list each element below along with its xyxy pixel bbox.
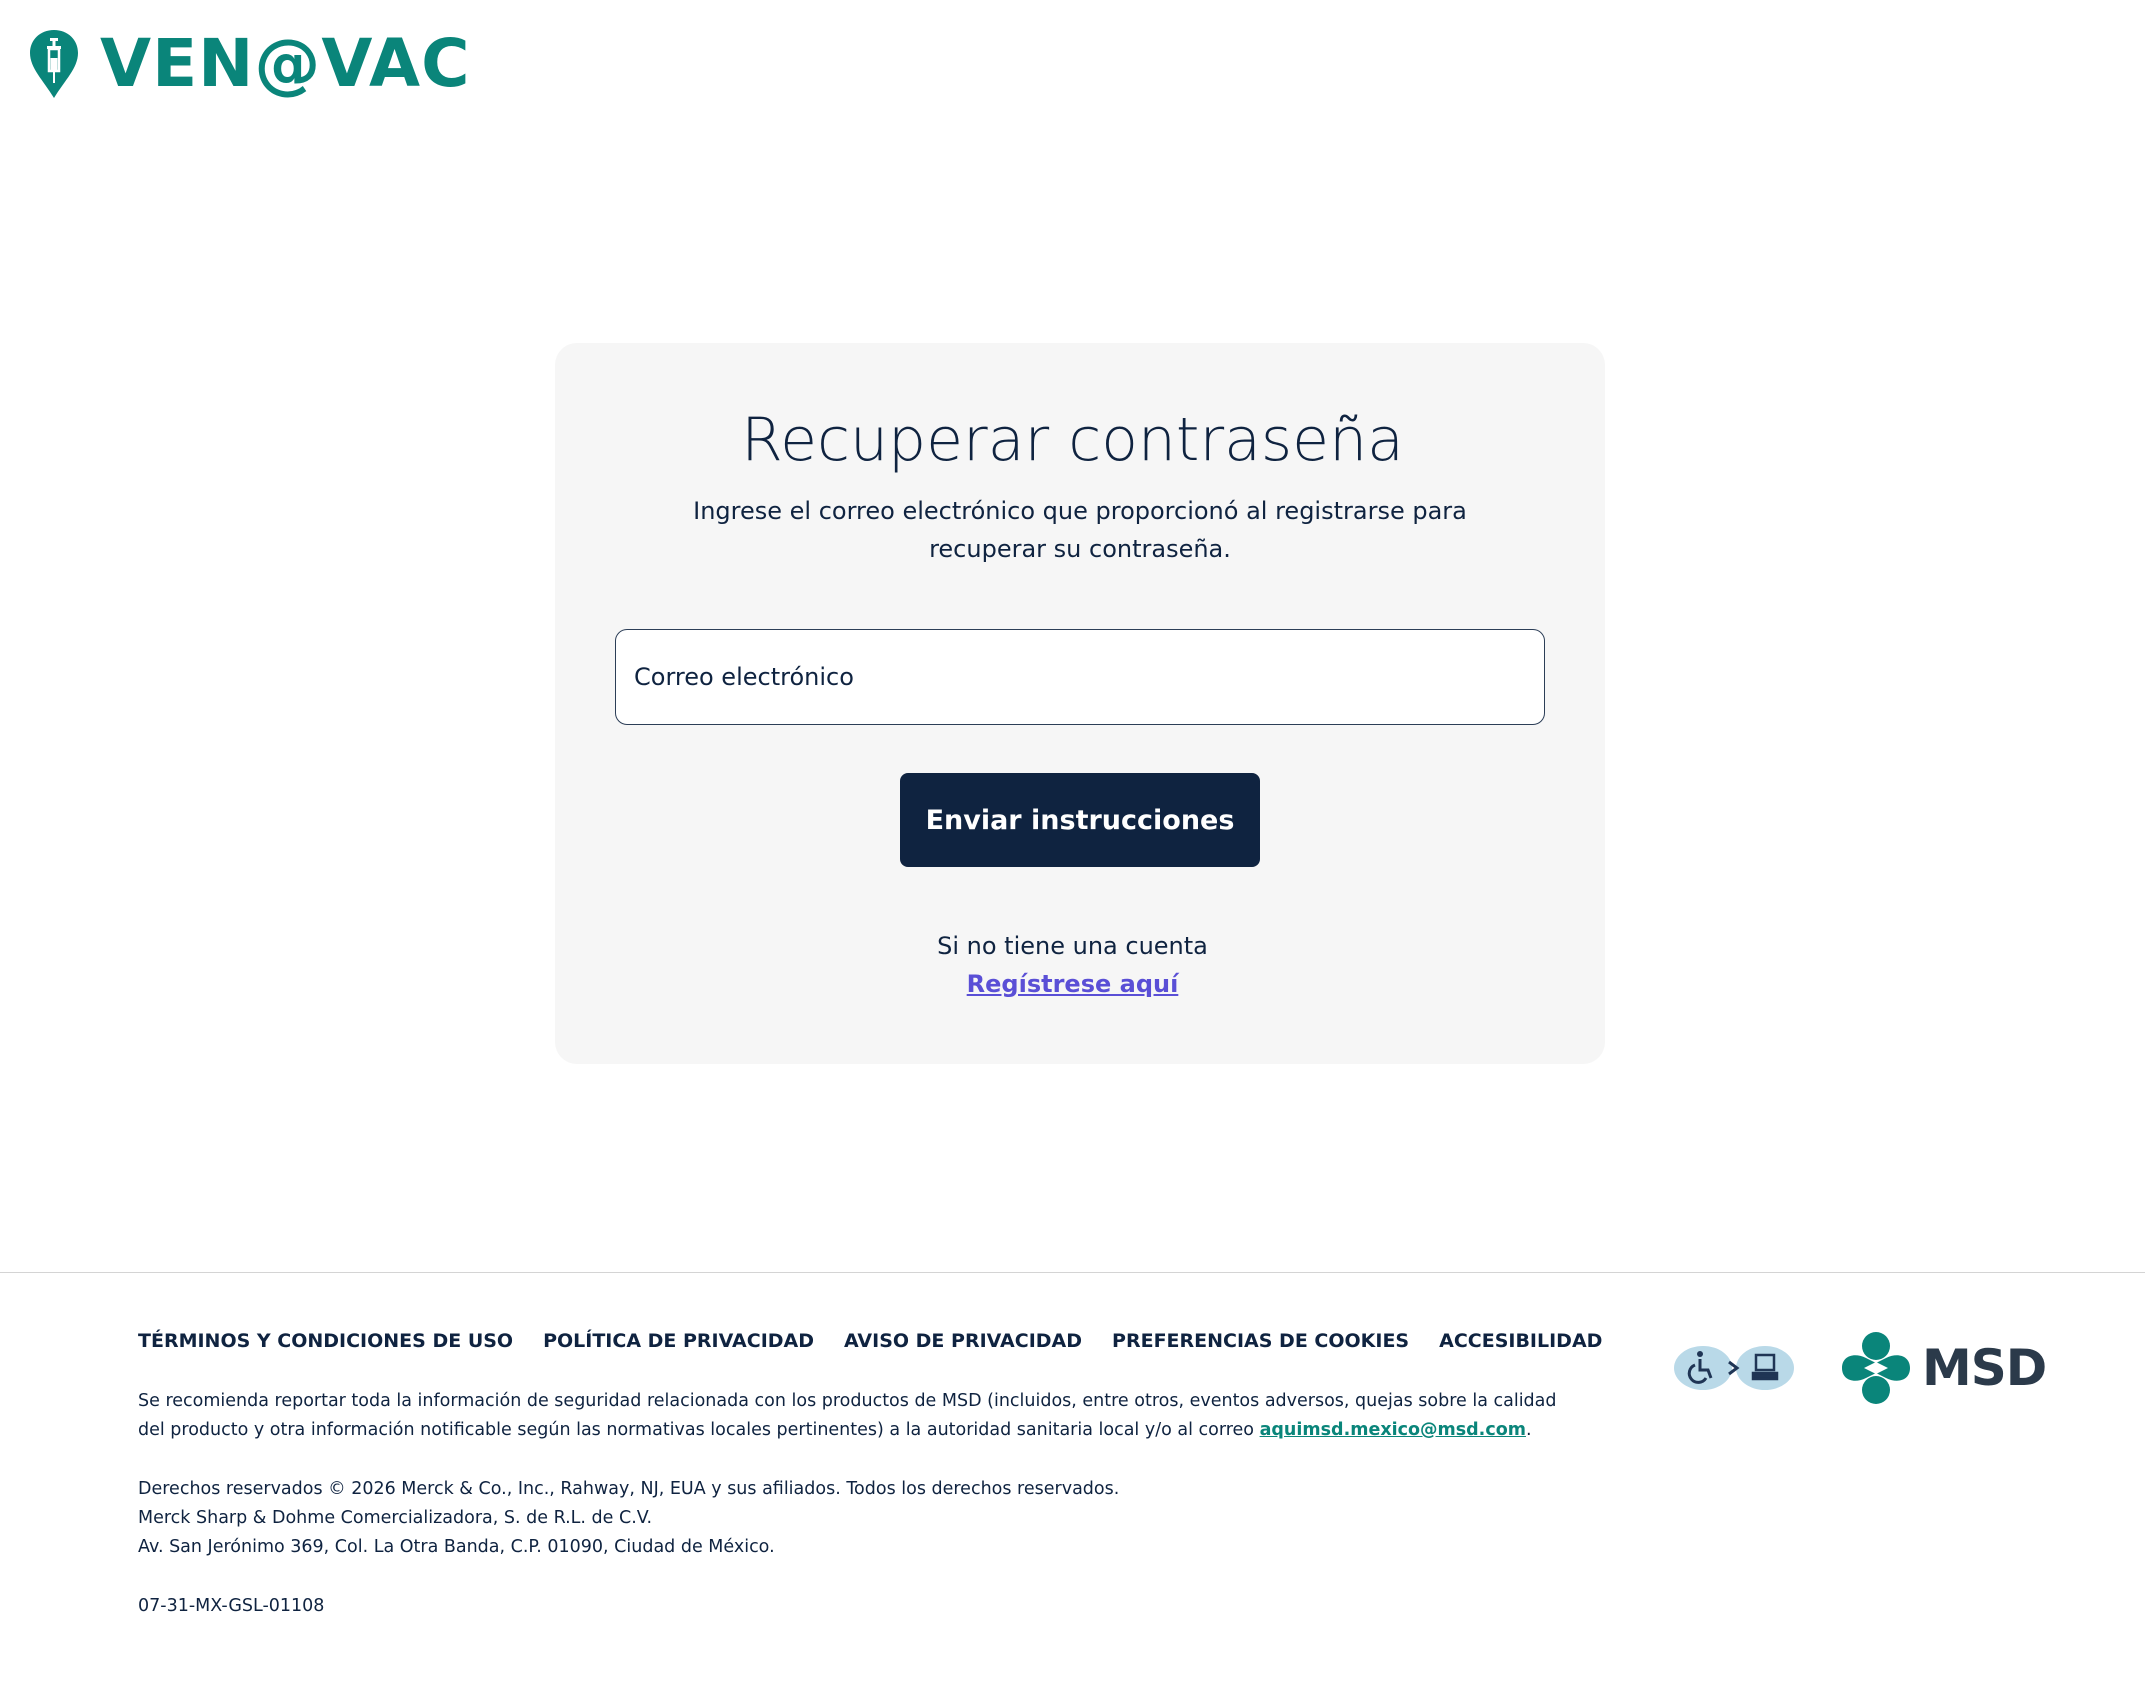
page-subtitle: Ingrese el correo electrónico que propor…	[693, 497, 1467, 563]
site-header: VEN@VAC	[28, 28, 471, 100]
footer-divider	[0, 1272, 2145, 1273]
copyright-block: Derechos reservados © 2026 Merck & Co., …	[138, 1475, 1568, 1562]
safety-report-notice: Se recomienda reportar toda la informaci…	[138, 1387, 1568, 1445]
syringe-pin-icon	[30, 30, 78, 98]
document-code: 07-31-MX-GSL-01108	[138, 1596, 325, 1616]
copyright-line: Derechos reservados © 2026 Merck & Co., …	[138, 1479, 1120, 1499]
register-link-wrapper: Regístrese aquí	[0, 966, 2145, 1002]
footer-nav: TÉRMINOS Y CONDICIONES DE USO POLÍTICA D…	[138, 1330, 1602, 1352]
no-account-text: Si no tiene una cuenta	[937, 932, 1208, 960]
email-field[interactable]	[615, 629, 1545, 725]
company-name-line: Merck Sharp & Dohme Comercializadora, S.…	[138, 1508, 653, 1528]
safety-report-end: .	[1525, 1420, 1532, 1440]
page-title: Recuperar contraseña	[741, 405, 1404, 475]
company-address-line: Av. San Jerónimo 369, Col. La Otra Banda…	[138, 1537, 775, 1557]
report-email-link[interactable]: aquimsd.mexico@msd.com	[1260, 1420, 1526, 1440]
footer-link-accessibility[interactable]: ACCESIBILIDAD	[1439, 1330, 1602, 1352]
accessibility-badge[interactable]	[1673, 1343, 1795, 1393]
send-instructions-button[interactable]: Enviar instrucciones	[900, 773, 1260, 867]
footer-link-privacy-notice[interactable]: AVISO DE PRIVACIDAD	[844, 1330, 1082, 1352]
msd-logo-mark-icon	[1842, 1332, 1910, 1404]
msd-logo[interactable]: MSD	[1840, 1332, 2047, 1404]
brand-logo-text[interactable]: VEN@VAC	[100, 31, 471, 97]
footer-link-privacy-policy[interactable]: POLÍTICA DE PRIVACIDAD	[543, 1330, 814, 1352]
footer-link-terms[interactable]: TÉRMINOS Y CONDICIONES DE USO	[138, 1330, 513, 1352]
footer-link-cookie-preferences[interactable]: PREFERENCIAS DE COOKIES	[1112, 1330, 1409, 1352]
msd-logo-text: MSD	[1922, 1339, 2047, 1397]
register-link[interactable]: Regístrese aquí	[967, 970, 1179, 998]
